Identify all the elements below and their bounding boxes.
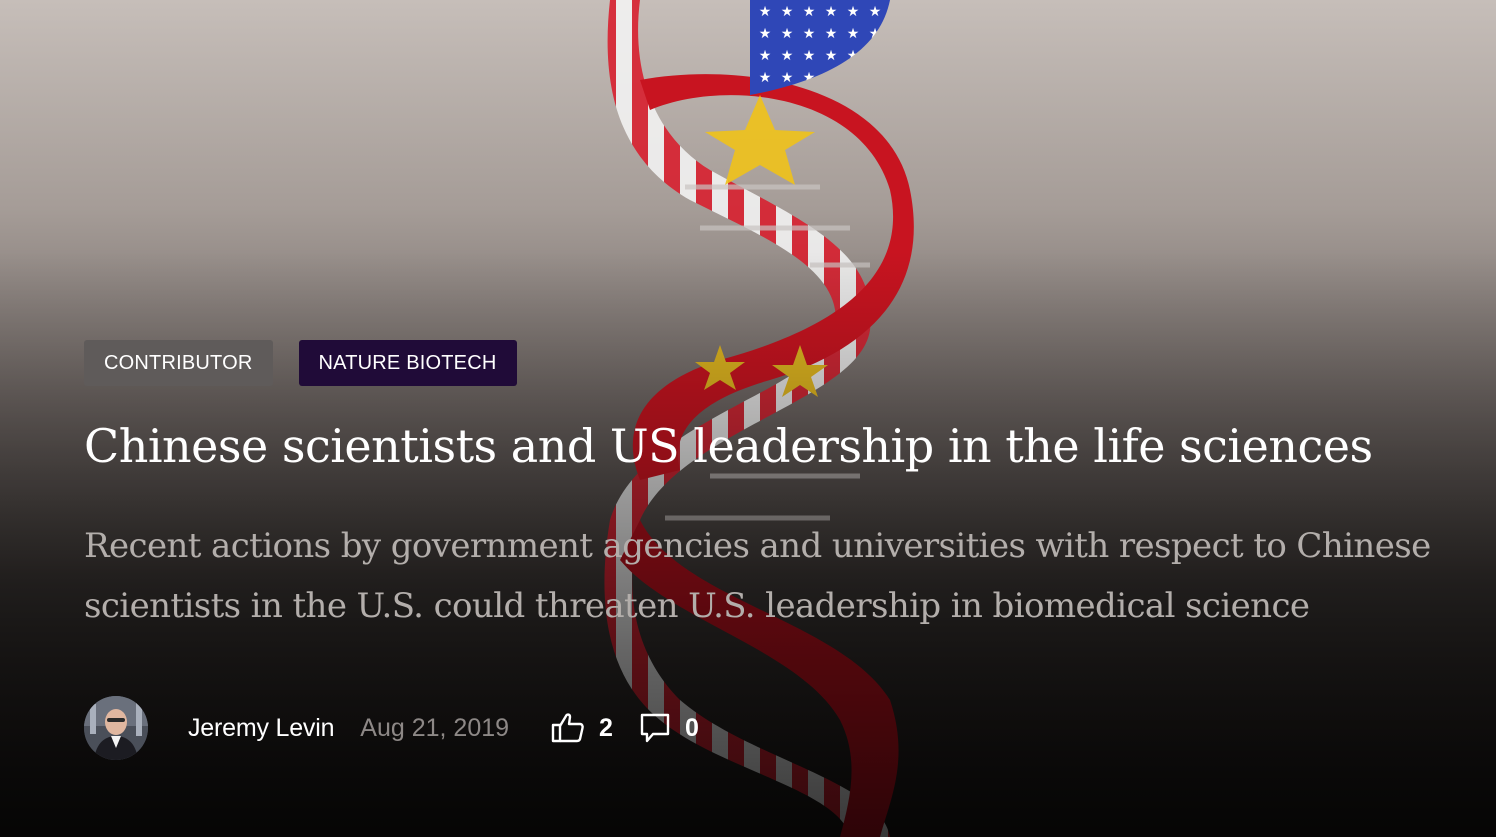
tag-list: CONTRIBUTOR NATURE BIOTECH — [84, 340, 1464, 386]
thumbs-up-icon — [551, 712, 585, 744]
like-count: 2 — [599, 713, 613, 742]
avatar-image — [84, 696, 148, 760]
author-name[interactable]: Jeremy Levin — [188, 714, 334, 743]
article-header: CONTRIBUTOR NATURE BIOTECH Chinese scien… — [84, 340, 1464, 636]
comment-count: 0 — [684, 713, 699, 742]
article-title: Chinese scientists and US leadership in … — [84, 419, 1373, 473]
publish-date: Aug 21, 2019 — [360, 713, 510, 742]
tag-contributor[interactable]: CONTRIBUTOR — [84, 340, 273, 386]
comment-button[interactable]: 0 — [639, 712, 699, 744]
article-subtitle: Recent actions by government agencies an… — [84, 526, 1431, 626]
tag-nature-biotech[interactable]: NATURE BIOTECH — [298, 340, 517, 386]
like-button[interactable]: 2 — [551, 712, 613, 744]
comment-icon — [639, 712, 671, 744]
article-meta: Jeremy Levin Aug 21, 2019 2 0 — [84, 696, 699, 760]
author-avatar[interactable] — [84, 696, 148, 760]
